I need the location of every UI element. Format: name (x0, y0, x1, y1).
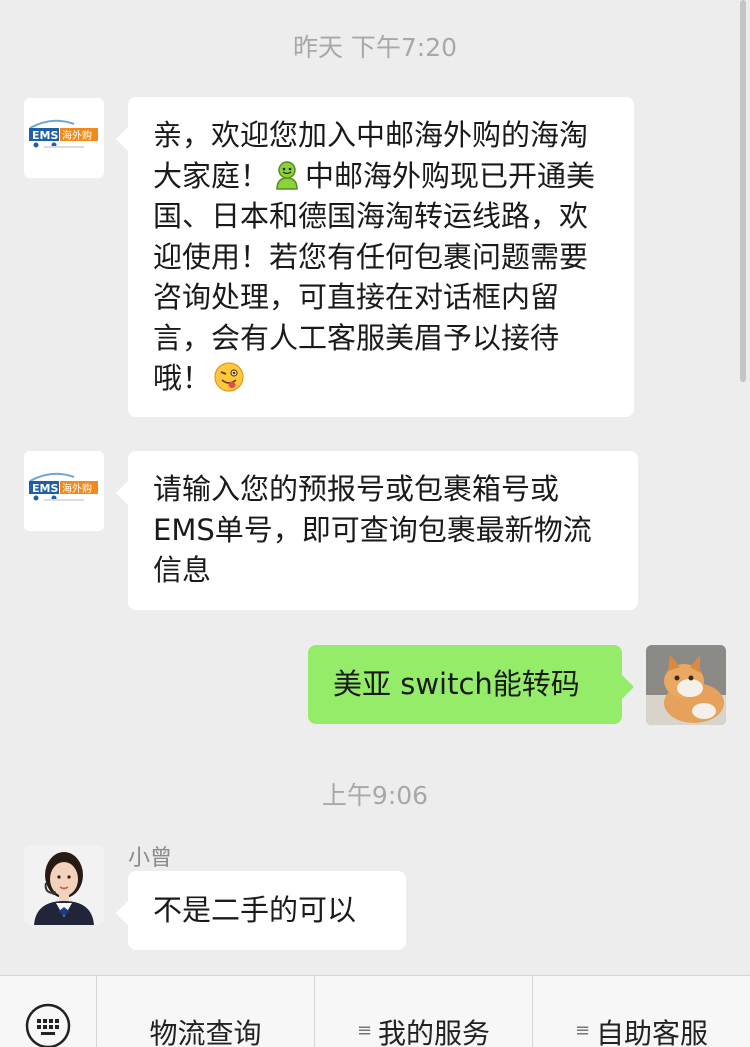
my-avatar[interactable] (646, 645, 726, 725)
agent-avatar-icon (24, 845, 104, 925)
message-text: 请输入您的预报号或包裹箱号或EMS单号，即可查询包裹最新物流信息 (153, 472, 592, 587)
winking-tongue-emoji-icon (214, 362, 244, 392)
ems-logo-text: EMS (32, 129, 58, 142)
ems-logo-icon: EMS 海外购 (24, 98, 104, 178)
menu-logistics-query[interactable]: 物流查询 (97, 976, 315, 1047)
message-bubble[interactable]: 请输入您的预报号或包裹箱号或EMS单号，即可查询包裹最新物流信息 (116, 451, 638, 610)
ems-logo-text: EMS (32, 482, 58, 495)
service-menu-bar: 物流查询 ≡ 我的服务 ≡ 自助客服 (0, 975, 750, 1047)
message-text: 美亚 switch能转码 (333, 667, 580, 701)
message-text: 不是二手的可以 (153, 893, 357, 927)
agent-avatar[interactable] (24, 845, 104, 925)
chat-area[interactable]: 昨天 下午7:20 EMS 海外购 亲，欢迎您加入中邮海外购的海淘大家庭！ 中邮… (0, 0, 750, 975)
menu-self-service[interactable]: ≡ 自助客服 (533, 976, 750, 1047)
message-bubble[interactable]: 亲，欢迎您加入中邮海外购的海淘大家庭！ 中邮海外购现已开通美国、日本和德国海淘转… (116, 97, 634, 417)
timestamp: 上午9:06 (321, 781, 429, 810)
smiley-person-emoji-icon (276, 160, 298, 190)
keyboard-icon (25, 1003, 71, 1047)
submenu-icon: ≡ (356, 1020, 373, 1041)
message-text: 中邮海外购现已开通美国、日本和德国海淘转运线路，欢迎使用！若您有任何包裹问题需要… (153, 158, 596, 396)
keyboard-toggle-button[interactable] (0, 976, 97, 1047)
my-message-bubble[interactable]: 美亚 switch能转码 (308, 645, 634, 724)
ems-avatar[interactable]: EMS 海外购 (24, 98, 104, 178)
menu-label: 我的服务 (378, 1017, 491, 1047)
menu-my-services[interactable]: ≡ 我的服务 (315, 976, 533, 1047)
message-bubble[interactable]: 不是二手的可以 (116, 871, 406, 950)
cat-avatar-icon (646, 645, 726, 725)
ems-logo-icon: EMS 海外购 (24, 451, 104, 531)
ems-logo-subtext: 海外购 (62, 129, 92, 142)
sender-name: 小曾 (128, 846, 173, 871)
ems-logo-subtext: 海外购 (62, 482, 92, 495)
scrollbar[interactable] (740, 0, 746, 382)
ems-avatar[interactable]: EMS 海外购 (24, 451, 104, 531)
timestamp: 昨天 下午7:20 (292, 33, 458, 62)
submenu-icon: ≡ (574, 1020, 591, 1041)
menu-label: 自助客服 (596, 1017, 709, 1047)
menu-label: 物流查询 (149, 1017, 262, 1047)
